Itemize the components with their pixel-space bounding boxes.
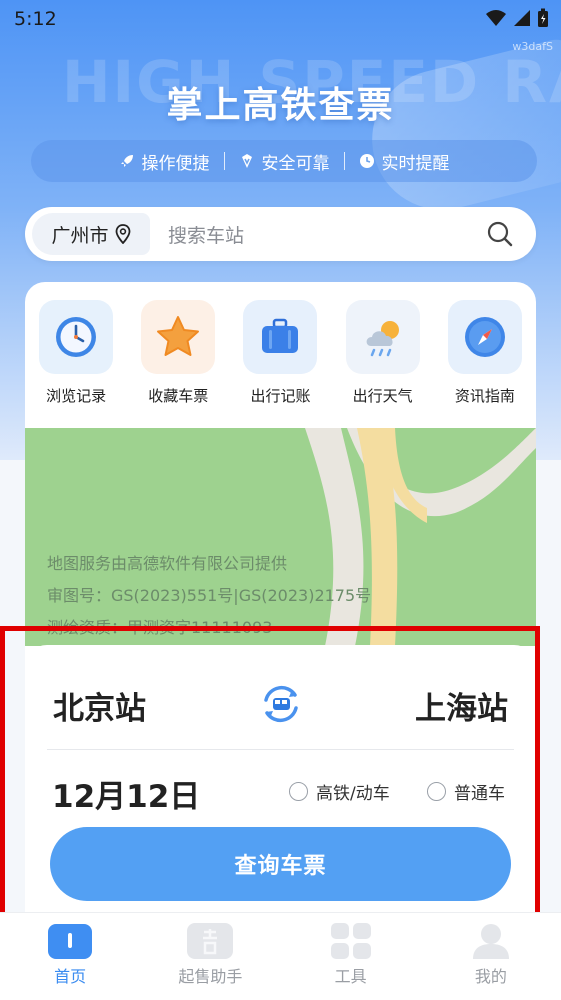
- divider: [223, 152, 225, 170]
- bottom-tab-bar: 首页 起售助手 工具 我的: [0, 912, 561, 1000]
- grid-item-favorites[interactable]: 收藏车票: [133, 300, 223, 406]
- feature-item: 安全可靠: [239, 149, 330, 174]
- clock-icon: [359, 154, 374, 168]
- option-regular[interactable]: 普通车: [427, 779, 505, 804]
- grid-label: 出行天气: [352, 387, 413, 405]
- travel-date[interactable]: 12月12日: [52, 771, 200, 816]
- feature-item: 实时提醒: [359, 149, 450, 174]
- battery-icon: [538, 8, 548, 27]
- user-icon: [472, 924, 509, 959]
- option-label: 高铁/动车: [316, 784, 390, 804]
- home-icon: [48, 924, 93, 959]
- ticket-sale-icon: [187, 923, 234, 959]
- city-label: 广州市: [51, 224, 109, 247]
- tab-label: 我的: [474, 967, 507, 986]
- map-approval-number: 审图号：GS(2023)551号|GS(2023)2175号: [47, 586, 372, 605]
- grid-label: 浏览记录: [46, 387, 107, 405]
- map-attribution: 地图服务由高德软件有限公司提供: [47, 554, 288, 573]
- divider: [343, 152, 345, 170]
- tab-label: 工具: [334, 967, 367, 986]
- star-icon: [157, 316, 200, 356]
- grid-label: 收藏车票: [148, 387, 209, 405]
- feature-item: 操作便捷: [119, 149, 210, 174]
- grid-item-expenses[interactable]: 出行记账: [235, 300, 325, 406]
- grid-item-guide[interactable]: 资讯指南: [440, 300, 530, 406]
- departure-station[interactable]: 北京站: [53, 683, 146, 728]
- divider: [47, 749, 514, 750]
- swap-stations-icon[interactable]: [258, 681, 304, 727]
- status-bar: 5:12: [0, 0, 561, 40]
- grid-label: 资讯指南: [454, 387, 515, 405]
- weather-icon: [366, 321, 399, 357]
- tab-profile[interactable]: 我的: [421, 913, 561, 1000]
- tab-tools[interactable]: 工具: [281, 913, 421, 1000]
- page-title: 掌上高铁查票: [166, 85, 395, 126]
- suitcase-icon: [262, 318, 299, 353]
- status-time: 5:12: [14, 8, 57, 30]
- feature-bar: 操作便捷 安全可靠 实时提醒: [31, 140, 537, 182]
- tools-icon: [330, 923, 371, 959]
- tab-home[interactable]: 首页: [0, 913, 140, 1000]
- option-highspeed[interactable]: 高铁/动车: [289, 779, 390, 804]
- compass-icon: [464, 317, 505, 357]
- query-tickets-button[interactable]: 查询车票: [50, 827, 511, 901]
- tab-sale-assistant[interactable]: 起售助手: [140, 913, 280, 1000]
- radio-button[interactable]: [427, 782, 446, 801]
- signal-icon: [514, 10, 530, 26]
- option-label: 普通车: [454, 784, 505, 804]
- city-selector[interactable]: 广州市: [32, 213, 150, 255]
- ticket-search-card: 北京站 上海站 12月12日 高铁/动车 普通车 查询车票: [25, 645, 536, 925]
- rocket-icon: [120, 155, 133, 167]
- grid-item-weather[interactable]: 出行天气: [338, 300, 428, 406]
- search-input[interactable]: 搜索车站: [168, 221, 244, 248]
- radio-button[interactable]: [289, 782, 308, 801]
- wifi-icon: [486, 10, 506, 26]
- search-box[interactable]: 广州市 搜索车站: [25, 207, 536, 261]
- map-survey-license: 测绘资质：甲测资字11111093: [47, 618, 273, 637]
- tab-label: 首页: [54, 967, 87, 986]
- location-pin-icon: [115, 224, 130, 244]
- search-icon[interactable]: [486, 220, 514, 248]
- feature-label: 安全可靠: [261, 153, 330, 174]
- shield-icon: [241, 154, 252, 168]
- quick-access-grid: 浏览记录 收藏车票 出行记账 出行天气 资讯指南: [25, 300, 536, 406]
- arrival-station[interactable]: 上海站: [415, 683, 508, 728]
- feature-label: 操作便捷: [141, 153, 210, 174]
- clock-icon: [56, 317, 97, 357]
- grid-item-history[interactable]: 浏览记录: [31, 300, 121, 406]
- grid-label: 出行记账: [250, 387, 311, 405]
- feature-label: 实时提醒: [381, 153, 450, 174]
- map-view[interactable]: 地图服务由高德软件有限公司提供 审图号：GS(2023)551号|GS(2023…: [25, 428, 536, 646]
- corner-tag: w3dafS: [512, 40, 553, 53]
- tab-label: 起售助手: [178, 967, 243, 986]
